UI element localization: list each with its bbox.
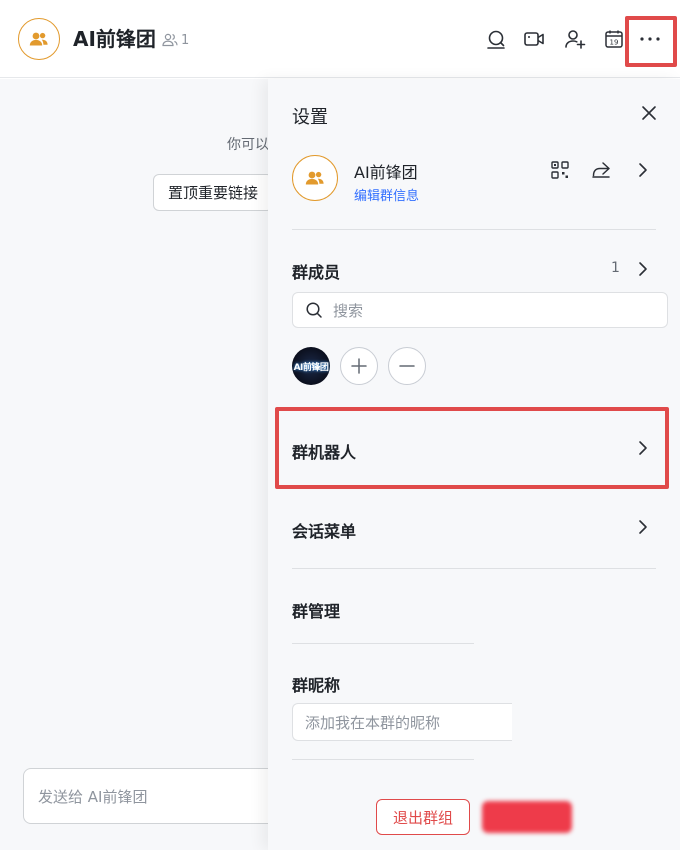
group-members-count: 1 bbox=[611, 260, 620, 276]
group-bots-label: 群机器人 bbox=[292, 443, 357, 462]
chat-header: AI前锋团 1 19 bbox=[0, 0, 680, 78]
settings-title: 设置 bbox=[292, 107, 328, 128]
add-member-icon[interactable] bbox=[563, 27, 587, 51]
group-management-label: 群管理 bbox=[292, 602, 341, 621]
member-count: 1 bbox=[181, 32, 190, 48]
plus-icon bbox=[351, 358, 367, 374]
more-button-highlight bbox=[625, 16, 677, 67]
remove-member-button[interactable] bbox=[388, 347, 426, 385]
member-count-indicator[interactable]: 1 bbox=[162, 30, 189, 50]
group-bots-row[interactable]: 群机器人 bbox=[268, 429, 680, 469]
session-menu-row[interactable]: 会话菜单 bbox=[268, 507, 680, 547]
qr-code-icon[interactable] bbox=[549, 159, 571, 181]
group-people-icon bbox=[29, 32, 48, 46]
group-members-label: 群成员 bbox=[292, 263, 341, 282]
add-member-button[interactable] bbox=[340, 347, 378, 385]
share-icon[interactable] bbox=[590, 159, 612, 181]
group-info-name: AI前锋团 bbox=[354, 163, 418, 182]
chevron-right-icon[interactable] bbox=[632, 159, 654, 181]
group-info-avatar[interactable] bbox=[292, 155, 338, 201]
nickname-placeholder: 添加我在本群的昵称 bbox=[305, 713, 441, 732]
member-avatar-text: AI前锋团 bbox=[293, 362, 329, 373]
divider bbox=[292, 759, 474, 760]
chat-title[interactable]: AI前锋团 bbox=[73, 26, 156, 52]
divider bbox=[292, 643, 474, 644]
member-search-input[interactable]: 搜索 bbox=[292, 292, 668, 328]
close-icon[interactable] bbox=[638, 102, 660, 124]
chevron-right-icon bbox=[634, 260, 652, 278]
calendar-day: 19 bbox=[610, 39, 619, 47]
member-avatar[interactable]: AI前锋团 bbox=[292, 347, 330, 385]
chat-hint-text: 你可以 bbox=[227, 137, 269, 153]
group-nickname-input[interactable]: 添加我在本群的昵称 bbox=[292, 703, 512, 741]
minus-icon bbox=[399, 365, 415, 367]
video-call-icon[interactable] bbox=[522, 27, 546, 51]
calendar-icon[interactable]: 19 bbox=[602, 27, 626, 51]
edit-group-info-link[interactable]: 编辑群信息 bbox=[354, 185, 419, 204]
search-placeholder: 搜索 bbox=[333, 301, 364, 320]
group-members-row[interactable]: 群成员 1 bbox=[268, 249, 680, 289]
group-nickname-label: 群昵称 bbox=[292, 676, 341, 695]
leave-group-button[interactable]: 退出群组 bbox=[376, 799, 470, 835]
search-icon bbox=[306, 302, 322, 318]
members-icon bbox=[162, 33, 178, 47]
redacted-button[interactable] bbox=[482, 801, 572, 833]
chevron-right-icon bbox=[634, 518, 652, 536]
search-chat-icon[interactable] bbox=[484, 27, 508, 51]
chevron-right-icon bbox=[634, 439, 652, 457]
pin-link-button[interactable]: 置顶重要链接 bbox=[153, 174, 274, 211]
settings-panel: 设置 AI前锋团 编辑群信息 群成员 1 搜索 AI前锋团 群机器人 会话菜单 … bbox=[268, 79, 680, 850]
composer-placeholder: 发送给 AI前锋团 bbox=[38, 787, 148, 806]
group-management-row[interactable]: 群管理 bbox=[268, 587, 680, 627]
session-menu-label: 会话菜单 bbox=[292, 522, 357, 541]
group-people-icon bbox=[305, 171, 324, 185]
divider bbox=[292, 568, 656, 569]
divider bbox=[292, 229, 656, 230]
group-avatar[interactable] bbox=[18, 18, 60, 60]
